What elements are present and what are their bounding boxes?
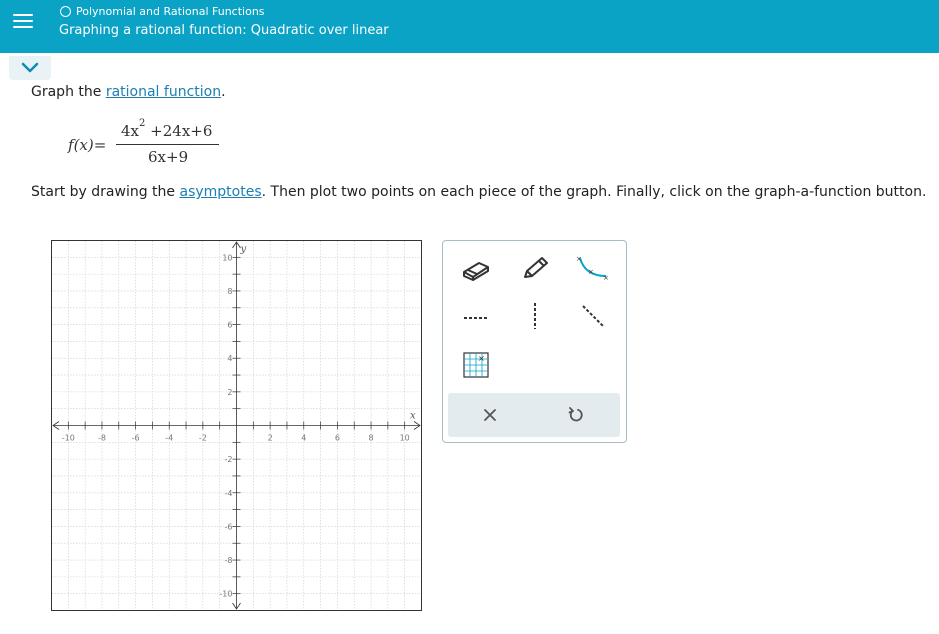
undo-button[interactable] bbox=[556, 399, 596, 431]
prompt-period: . bbox=[221, 84, 226, 100]
menu-tab bbox=[0, 41, 45, 53]
horizontal-asymptote-icon bbox=[464, 317, 488, 319]
menu-icon-line bbox=[12, 13, 33, 16]
undo-icon bbox=[568, 407, 583, 422]
x-axis-label: x bbox=[410, 411, 416, 422]
y-tick-label: 4 bbox=[227, 354, 232, 363]
menu-icon-line bbox=[12, 19, 33, 22]
problem-prompt: Graph the rational function. bbox=[31, 84, 226, 100]
oblique-asymptote-tool[interactable] bbox=[573, 299, 613, 333]
graph-function-tool[interactable]: × bbox=[456, 348, 496, 382]
x-tick-label: 8 bbox=[368, 434, 373, 443]
topic-text: Polynomial and Rational Functions bbox=[76, 5, 265, 18]
instruction-text-end: . Then plot two points on each piece of … bbox=[261, 184, 927, 200]
clear-icon bbox=[484, 409, 496, 421]
pencil-icon bbox=[524, 257, 548, 278]
asymptotes-link[interactable]: asymptotes bbox=[179, 184, 261, 200]
x-tick-label: -6 bbox=[132, 434, 140, 443]
function-arg: (x) bbox=[73, 136, 94, 154]
clear-button[interactable] bbox=[470, 399, 510, 431]
prompt-text: Graph the bbox=[31, 84, 106, 100]
svg-text:×: × bbox=[478, 354, 485, 363]
y-tick-label: -4 bbox=[225, 489, 233, 498]
numerator-exponent: 2 bbox=[139, 118, 146, 129]
vertical-asymptote-icon bbox=[534, 303, 536, 329]
x-tick-label: 4 bbox=[301, 434, 306, 443]
vertical-asymptote-tool[interactable] bbox=[515, 299, 555, 333]
collapse-button[interactable] bbox=[9, 56, 51, 80]
menu-button[interactable] bbox=[0, 0, 45, 41]
curve-tool[interactable]: × × × bbox=[573, 250, 613, 284]
instruction-text: Start by drawing the bbox=[31, 184, 180, 200]
pencil-tool[interactable] bbox=[515, 252, 555, 286]
x-tick-label: 2 bbox=[268, 434, 273, 443]
page-title: Graphing a rational function: Quadratic … bbox=[59, 23, 389, 38]
rational-function-link[interactable]: rational function bbox=[106, 84, 221, 100]
y-tick-label: 8 bbox=[227, 287, 232, 296]
horizontal-asymptote-tool[interactable] bbox=[456, 301, 496, 335]
x-tick-label: -4 bbox=[165, 434, 173, 443]
numerator-term-a: 4x bbox=[121, 122, 140, 140]
oblique-asymptote-icon bbox=[582, 305, 604, 327]
y-tick-label: 2 bbox=[227, 388, 232, 397]
function-lhs: f(x)= bbox=[68, 136, 106, 154]
eraser-tool[interactable] bbox=[456, 252, 496, 286]
fraction-bar bbox=[116, 144, 219, 145]
equals-sign: = bbox=[93, 136, 107, 154]
svg-text:×: × bbox=[588, 268, 594, 276]
svg-text:×: × bbox=[603, 274, 609, 282]
svg-text:×: × bbox=[576, 255, 582, 263]
graph-function-icon: × bbox=[463, 352, 489, 378]
numerator: 4x2 +24x+6 bbox=[121, 118, 213, 140]
topic-circle-icon bbox=[60, 6, 71, 17]
graph-toolbox: × × × × bbox=[442, 240, 627, 443]
y-tick-label: -10 bbox=[219, 590, 232, 599]
y-tick-label: -6 bbox=[225, 522, 233, 531]
y-tick-label: 6 bbox=[227, 321, 232, 330]
menu-icon-line bbox=[12, 25, 33, 28]
y-tick-label: 10 bbox=[222, 253, 232, 262]
x-tick-label: -8 bbox=[98, 434, 106, 443]
x-tick-label: -2 bbox=[199, 434, 207, 443]
x-tick-label: 10 bbox=[400, 434, 410, 443]
curve-tool-icon: × × × bbox=[576, 255, 609, 282]
denominator: 6x+9 bbox=[148, 148, 189, 166]
chevron-down-icon bbox=[21, 62, 39, 73]
y-axis-label: y bbox=[240, 244, 247, 255]
problem-instruction: Start by drawing the asymptotes. Then pl… bbox=[31, 184, 926, 200]
toolbox-actions bbox=[448, 393, 620, 437]
eraser-icon bbox=[463, 262, 489, 281]
numerator-term-b: +24x+6 bbox=[150, 122, 213, 140]
y-tick-label: -8 bbox=[225, 556, 233, 565]
y-tick-label: -2 bbox=[225, 455, 233, 464]
x-tick-label: -10 bbox=[62, 434, 75, 443]
topic-label: Polynomial and Rational Functions bbox=[60, 5, 265, 18]
coordinate-graph[interactable]: -10 -8 -6 -4 -2 2 4 6 8 10 10 8 6 4 2 -2 -4 -6 -8 -10 x y bbox=[51, 240, 422, 611]
x-tick-label: 6 bbox=[335, 434, 340, 443]
